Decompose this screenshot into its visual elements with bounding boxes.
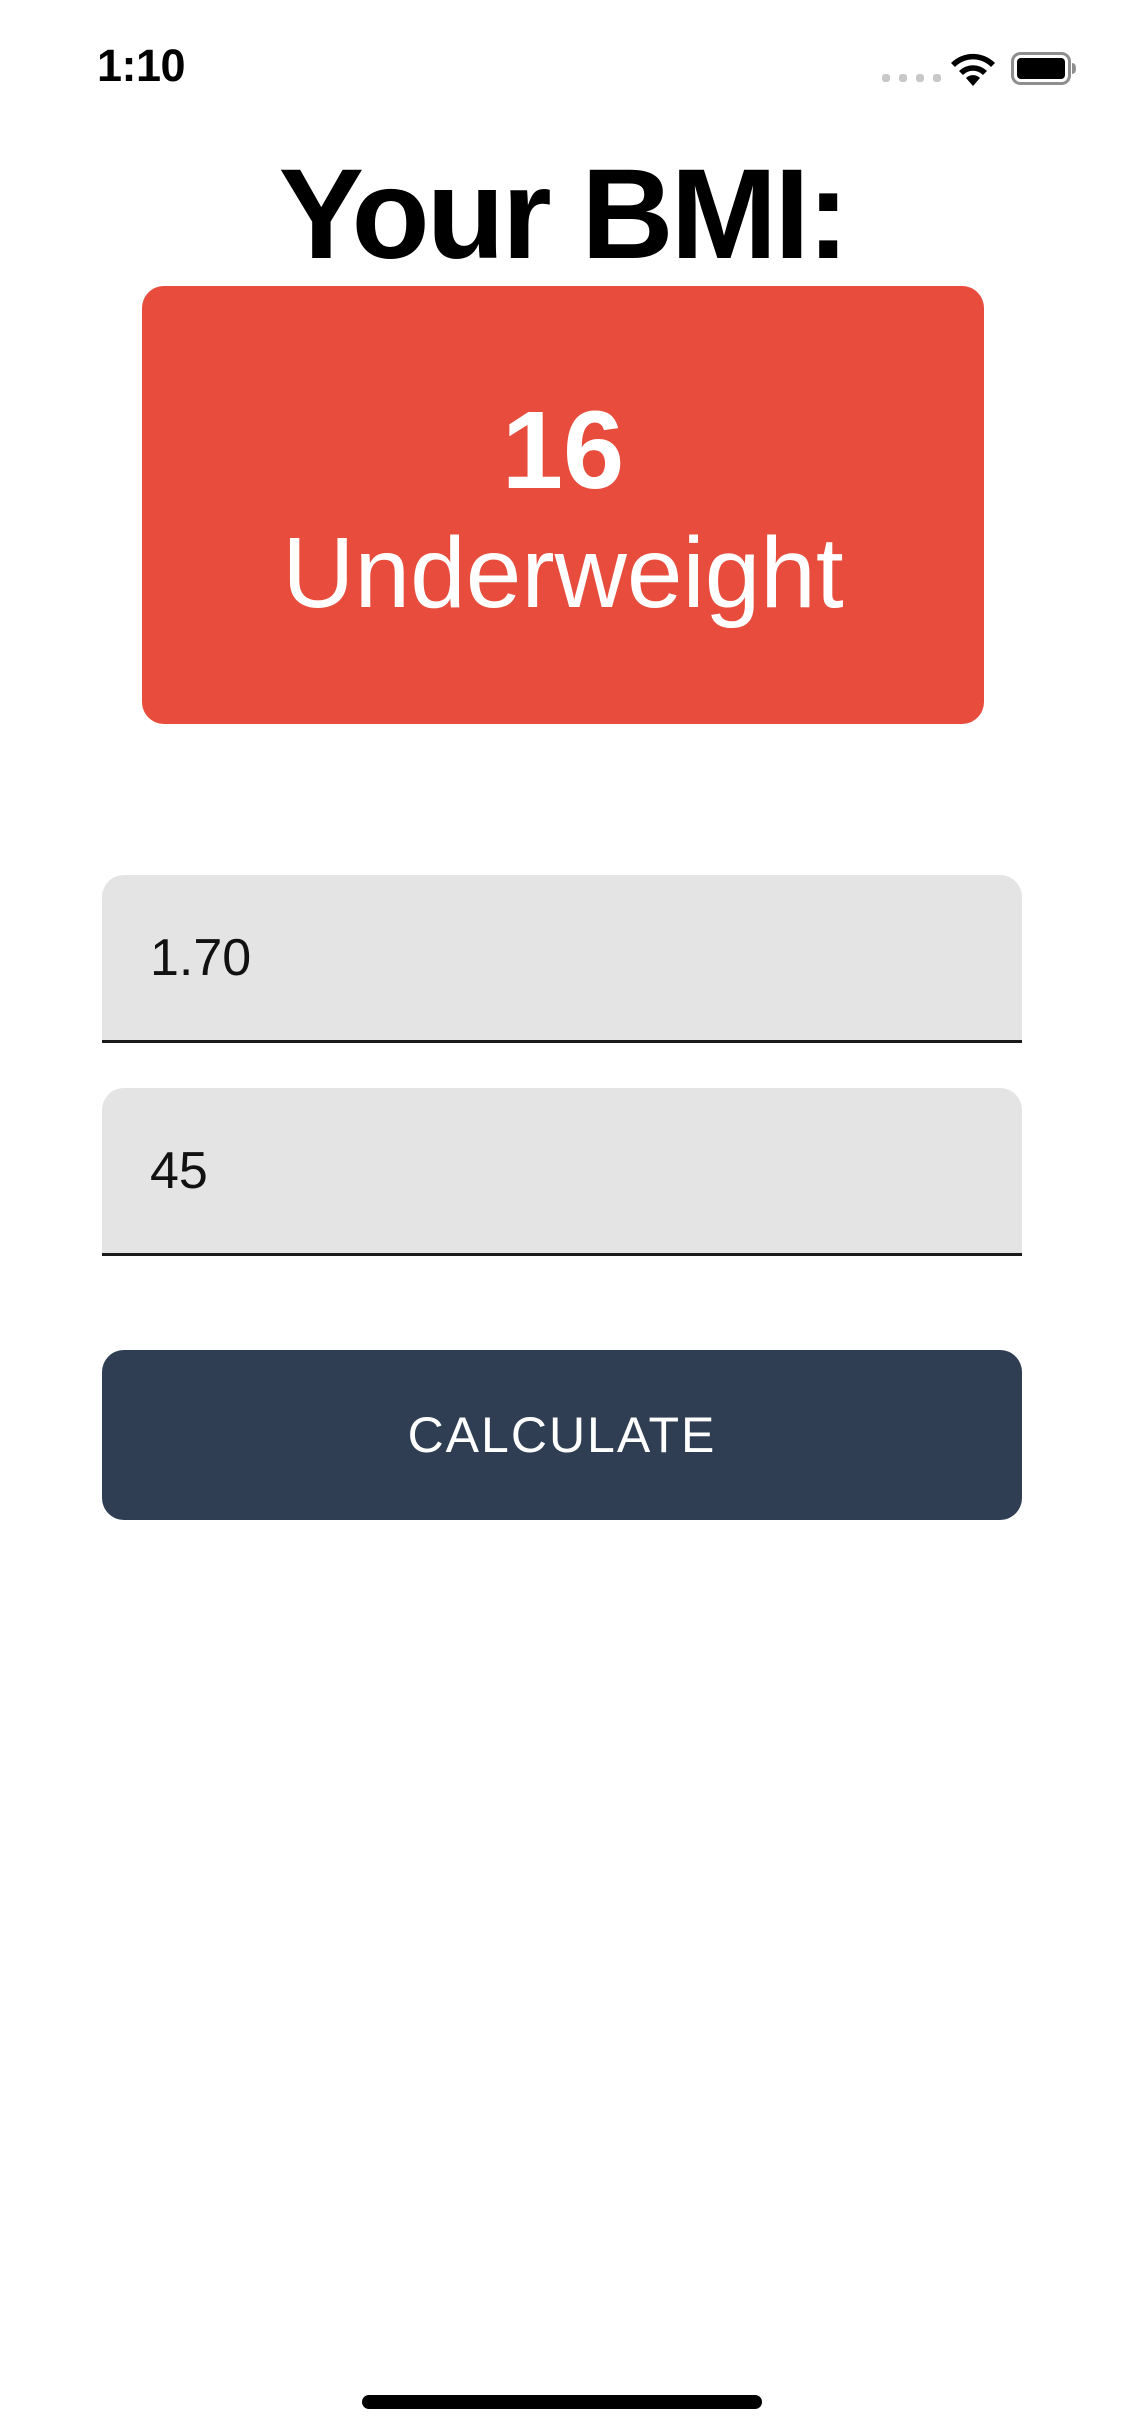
wifi-icon bbox=[951, 53, 995, 86]
cellular-signal-icon bbox=[882, 74, 941, 82]
bmi-result-card: 16 Underweight bbox=[142, 286, 984, 724]
bmi-value: 16 bbox=[501, 389, 625, 512]
battery-icon bbox=[1011, 52, 1076, 85]
weight-field[interactable] bbox=[102, 1088, 1022, 1256]
calculate-button[interactable]: CALCULATE bbox=[102, 1350, 1022, 1520]
height-field[interactable] bbox=[102, 875, 1022, 1043]
bmi-category: Underweight bbox=[282, 517, 844, 629]
page-title: Your BMI: bbox=[278, 143, 850, 286]
home-indicator[interactable] bbox=[362, 2395, 762, 2409]
status-time: 1:10 bbox=[97, 40, 186, 91]
status-bar: 1:10 bbox=[0, 0, 1125, 140]
height-input[interactable] bbox=[150, 875, 970, 1040]
weight-input[interactable] bbox=[150, 1088, 970, 1253]
